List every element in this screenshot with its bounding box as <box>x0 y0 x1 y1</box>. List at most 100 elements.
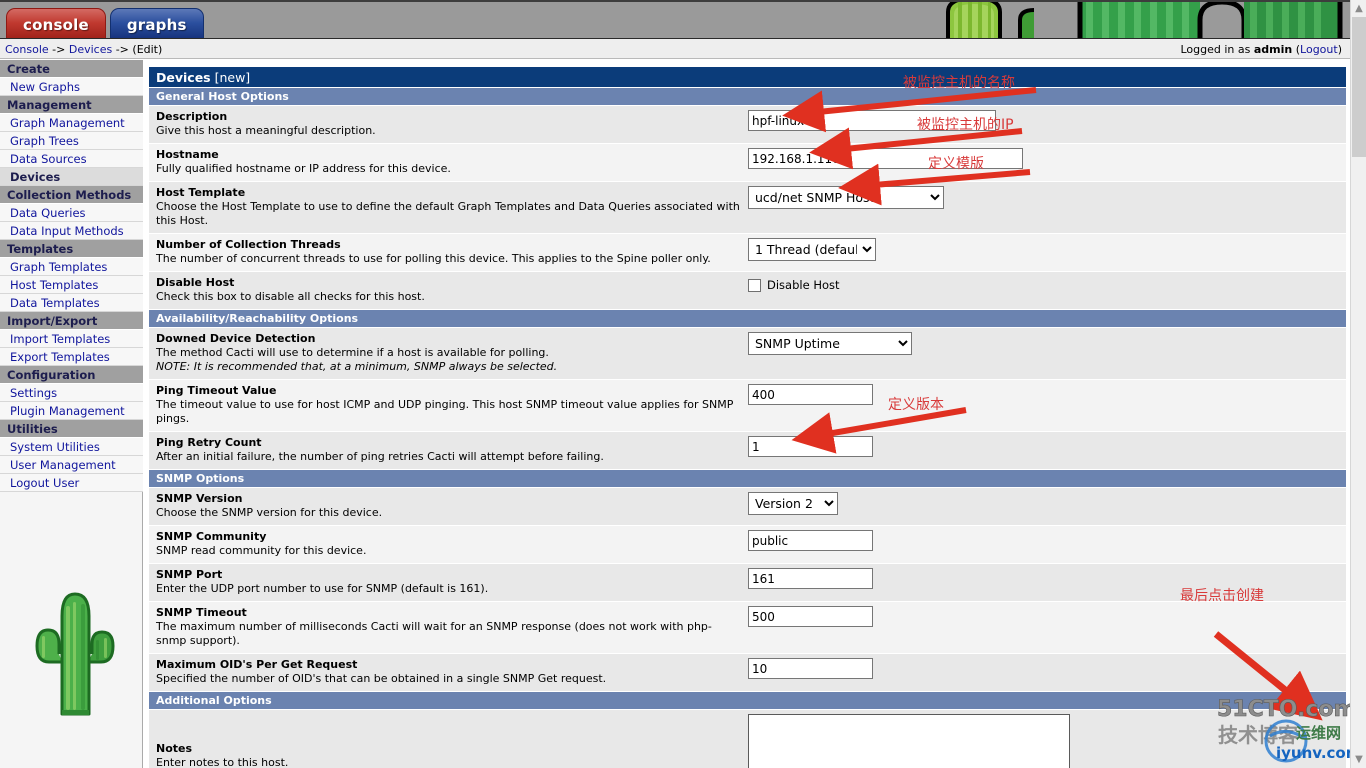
field-name-snmp-community: SNMP Community <box>156 530 267 543</box>
breadcrumb-current: (Edit) <box>132 43 163 56</box>
field-desc-downed-device-detection: The method Cacti will use to determine i… <box>156 346 549 359</box>
field-desc-max-oids: Specified the number of OID's that can b… <box>156 672 607 685</box>
snmp-version-select[interactable]: Version 2 <box>748 492 838 515</box>
field-row-host-template: Host Template Choose the Host Template t… <box>149 182 1346 234</box>
watermark-line1: 51CTO.com <box>1217 697 1356 722</box>
logout-open-paren: ( <box>1292 43 1301 56</box>
field-desc-disable-host: Check this box to disable all checks for… <box>156 290 425 303</box>
field-name-max-oids: Maximum OID's Per Get Request <box>156 658 358 671</box>
host-template-select[interactable]: ucd/net SNMP Host <box>748 186 944 209</box>
field-name-ping-timeout: Ping Timeout Value <box>156 384 277 397</box>
scroll-down-icon[interactable]: ▼ <box>1351 751 1366 768</box>
breadcrumb-devices[interactable]: Devices <box>69 43 112 56</box>
tab-graphs-label: graphs <box>126 15 187 34</box>
field-label-description: Description Give this host a meaningful … <box>149 106 747 143</box>
sidebar-item-data-sources[interactable]: Data Sources <box>0 150 143 168</box>
snmp-port-input[interactable] <box>748 568 873 589</box>
field-label-downed-device-detection: Downed Device Detection The method Cacti… <box>149 328 747 379</box>
ping-retry-input[interactable] <box>748 436 873 457</box>
field-name-notes: Notes <box>156 742 193 755</box>
sidebar-item-devices[interactable]: Devices <box>0 168 143 186</box>
breadcrumb: Console -> Devices -> (Edit) <box>5 43 162 56</box>
snmp-timeout-input[interactable] <box>748 606 873 627</box>
ping-timeout-input[interactable] <box>748 384 873 405</box>
field-row-hostname: Hostname Fully qualified hostname or IP … <box>149 144 1346 182</box>
field-desc-snmp-port: Enter the UDP port number to use for SNM… <box>156 582 489 595</box>
field-row-snmp-version: SNMP Version Choose the SNMP version for… <box>149 488 1346 526</box>
field-name-host-template: Host Template <box>156 186 246 199</box>
field-desc-notes: Enter notes to this host. <box>156 756 289 768</box>
field-label-collection-threads: Number of Collection Threads The number … <box>149 234 747 271</box>
sidebar-header-import-export: Import/Export <box>0 312 143 330</box>
sidebar-item-graph-templates[interactable]: Graph Templates <box>0 258 143 276</box>
sidebar-item-import-templates[interactable]: Import Templates <box>0 330 143 348</box>
field-desc-ping-retry: After an initial failure, the number of … <box>156 450 604 463</box>
disable-host-checkbox-wrap[interactable]: Disable Host <box>748 276 1346 292</box>
field-row-max-oids: Maximum OID's Per Get Request Specified … <box>149 654 1346 692</box>
breadcrumb-console[interactable]: Console <box>5 43 49 56</box>
field-name-snmp-port: SNMP Port <box>156 568 223 581</box>
sidebar-item-new-graphs[interactable]: New Graphs <box>0 78 143 96</box>
watermark-line3: 运维网 <box>1296 724 1341 742</box>
sidebar-item-graph-trees[interactable]: Graph Trees <box>0 132 143 150</box>
sidebar-item-logout-user[interactable]: Logout User <box>0 474 143 492</box>
sidebar-item-export-templates[interactable]: Export Templates <box>0 348 143 366</box>
field-desc-ping-timeout: The timeout value to use for host ICMP a… <box>156 398 734 425</box>
notes-textarea[interactable] <box>748 714 1070 768</box>
sidebar-item-system-utilities[interactable]: System Utilities <box>0 438 143 456</box>
breadcrumb-sep-2: -> <box>112 43 133 56</box>
max-oids-input[interactable] <box>748 658 873 679</box>
field-desc-hostname: Fully qualified hostname or IP address f… <box>156 162 451 175</box>
sidebar-header-utilities: Utilities <box>0 420 143 438</box>
field-label-snmp-timeout: SNMP Timeout The maximum number of milli… <box>149 602 747 653</box>
page-scrollbar[interactable]: ▲ ▼ <box>1350 0 1366 768</box>
downed-device-detection-select[interactable]: SNMP Uptime <box>748 332 912 355</box>
field-desc-snmp-community: SNMP read community for this device. <box>156 544 367 557</box>
field-control-snmp-timeout <box>747 602 1346 632</box>
field-control-disable-host: Disable Host <box>747 272 1346 297</box>
device-form: Devices [new] General Host Options Descr… <box>149 67 1346 768</box>
sidebar-header-templates: Templates <box>0 240 143 258</box>
field-label-disable-host: Disable Host Check this box to disable a… <box>149 272 747 309</box>
section-availability-options: Availability/Reachability Options <box>149 310 1346 328</box>
page-title-suffix: [new] <box>210 70 251 85</box>
sidebar-item-data-input-methods[interactable]: Data Input Methods <box>0 222 143 240</box>
sidebar-item-user-management[interactable]: User Management <box>0 456 143 474</box>
tab-graphs[interactable]: graphs <box>109 8 204 38</box>
description-input[interactable] <box>748 110 996 131</box>
field-control-max-oids <box>747 654 1346 684</box>
sidebar-item-host-templates[interactable]: Host Templates <box>0 276 143 294</box>
field-name-snmp-timeout: SNMP Timeout <box>156 606 247 619</box>
logout-link[interactable]: Logout <box>1300 43 1338 56</box>
field-name-hostname: Hostname <box>156 148 219 161</box>
scrollbar-thumb[interactable] <box>1352 17 1366 157</box>
disable-host-checkbox[interactable] <box>748 278 761 292</box>
field-label-snmp-community: SNMP Community SNMP read community for t… <box>149 526 747 563</box>
logged-in-user: admin <box>1253 43 1293 56</box>
field-desc-host-template: Choose the Host Template to use to defin… <box>156 200 740 227</box>
field-control-host-template: ucd/net SNMP Host <box>747 182 1346 214</box>
field-control-hostname <box>747 144 1346 174</box>
snmp-community-input[interactable] <box>748 530 873 551</box>
field-control-snmp-port <box>747 564 1346 594</box>
sidebar-item-plugin-management[interactable]: Plugin Management <box>0 402 143 420</box>
field-desc-collection-threads: The number of concurrent threads to use … <box>156 252 711 265</box>
tab-console[interactable]: console <box>6 8 106 38</box>
scroll-up-icon[interactable]: ▲ <box>1351 0 1366 17</box>
sidebar-item-data-queries[interactable]: Data Queries <box>0 204 143 222</box>
sidebar-item-data-templates[interactable]: Data Templates <box>0 294 143 312</box>
page-title-main: Devices <box>156 70 211 85</box>
logout-close-paren: ) <box>1337 43 1342 56</box>
sidebar-header-collection-methods: Collection Methods <box>0 186 143 204</box>
field-row-ping-retry: Ping Retry Count After an initial failur… <box>149 432 1346 470</box>
sidebar-header-configuration: Configuration <box>0 366 143 384</box>
hostname-input[interactable] <box>748 148 1023 169</box>
field-desc-snmp-timeout: The maximum number of milliseconds Cacti… <box>156 620 712 647</box>
cactus-banner-image <box>930 2 1350 38</box>
cacti-device-edit-page: console graphs Console -> Devices -> (Ed… <box>0 0 1366 768</box>
sidebar-item-settings[interactable]: Settings <box>0 384 143 402</box>
collection-threads-select[interactable]: 1 Thread (default) <box>748 238 876 261</box>
field-label-host-template: Host Template Choose the Host Template t… <box>149 182 747 233</box>
sidebar-item-graph-management[interactable]: Graph Management <box>0 114 143 132</box>
sidebar-header-management: Management <box>0 96 143 114</box>
